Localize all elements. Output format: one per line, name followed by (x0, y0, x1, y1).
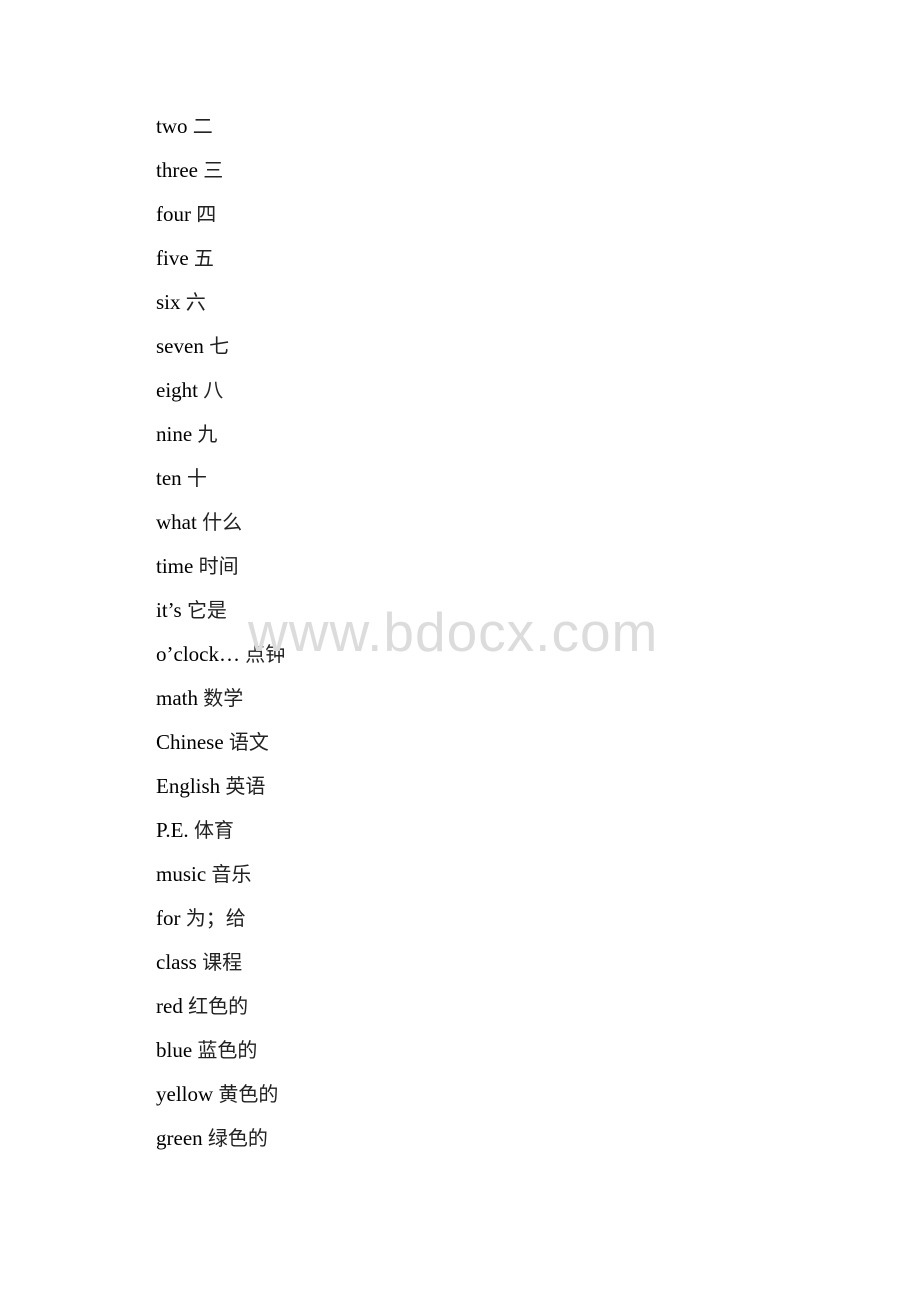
vocab-item: time 时间 (156, 550, 285, 594)
vocab-item: nine 九 (156, 418, 285, 462)
english-word: for (156, 906, 181, 930)
chinese-translation: 英语 (225, 774, 266, 798)
vocab-item: seven 七 (156, 330, 285, 374)
english-word: six (156, 290, 181, 314)
english-word: it’s (156, 598, 182, 622)
chinese-translation: 二 (192, 114, 213, 138)
chinese-translation: 点钟 (245, 642, 286, 666)
vocabulary-list: two 二 three 三 four 四 five 五 six 六 seven 七 eigh… (156, 110, 285, 1166)
english-word: English (156, 774, 221, 798)
chinese-translation: 语文 (228, 730, 269, 754)
vocab-item: English 英语 (156, 770, 285, 814)
english-word: two (156, 114, 188, 138)
chinese-translation: 黄色的 (218, 1082, 279, 1106)
vocab-item: what 什么 (156, 506, 285, 550)
english-word: math (156, 686, 198, 710)
vocab-item: red 红色的 (156, 990, 285, 1034)
vocab-item: class 课程 (156, 946, 285, 990)
english-word: o’clock… (156, 642, 240, 666)
english-word: four (156, 202, 191, 226)
chinese-translation: 它是 (186, 598, 227, 622)
english-word: ten (156, 466, 182, 490)
chinese-translation: 六 (185, 290, 206, 314)
english-word: red (156, 994, 183, 1018)
english-word: class (156, 950, 197, 974)
vocab-item: o’clock… 点钟 (156, 638, 285, 682)
english-word: seven (156, 334, 204, 358)
chinese-translation: 数学 (203, 686, 244, 710)
chinese-translation: 五 (193, 246, 214, 270)
english-word: P.E. (156, 818, 189, 842)
vocab-item: three 三 (156, 154, 285, 198)
vocab-item: four 四 (156, 198, 285, 242)
vocab-item: for 为；给 (156, 902, 285, 946)
english-word: what (156, 510, 197, 534)
english-word: nine (156, 422, 193, 446)
chinese-translation: 九 (197, 422, 218, 446)
vocab-item: two 二 (156, 110, 285, 154)
vocab-item: eight 八 (156, 374, 285, 418)
vocab-item: yellow 黄色的 (156, 1078, 285, 1122)
chinese-translation: 体育 (193, 818, 234, 842)
chinese-translation: 三 (203, 158, 224, 182)
chinese-translation: 绿色的 (207, 1126, 268, 1150)
english-word: yellow (156, 1082, 214, 1106)
english-word: time (156, 554, 194, 578)
chinese-translation: 红色的 (188, 994, 249, 1018)
chinese-translation: 什么 (202, 510, 243, 534)
vocab-item: P.E. 体育 (156, 814, 285, 858)
chinese-translation: 七 (209, 334, 230, 358)
english-word: music (156, 862, 207, 886)
chinese-translation: 为；给 (185, 906, 246, 930)
chinese-translation: 蓝色的 (197, 1038, 258, 1062)
english-word: green (156, 1126, 203, 1150)
vocab-item: six 六 (156, 286, 285, 330)
vocab-item: ten 十 (156, 462, 285, 506)
chinese-translation: 十 (186, 466, 207, 490)
vocab-item: green 绿色的 (156, 1122, 285, 1166)
vocab-item: Chinese 语文 (156, 726, 285, 770)
english-word: blue (156, 1038, 193, 1062)
vocab-item: blue 蓝色的 (156, 1034, 285, 1078)
chinese-translation: 课程 (202, 950, 243, 974)
chinese-translation: 八 (203, 378, 224, 402)
vocab-item: music 音乐 (156, 858, 285, 902)
chinese-translation: 音乐 (211, 862, 252, 886)
chinese-translation: 时间 (198, 554, 239, 578)
vocab-item: it’s 它是 (156, 594, 285, 638)
chinese-translation: 四 (196, 202, 217, 226)
english-word: eight (156, 378, 198, 402)
english-word: Chinese (156, 730, 224, 754)
vocab-item: math 数学 (156, 682, 285, 726)
vocab-item: five 五 (156, 242, 285, 286)
document-page: two 二 three 三 four 四 five 五 six 六 seven 七 eigh… (0, 0, 920, 1302)
watermark: www.bdocx.com (248, 601, 659, 663)
english-word: three (156, 158, 198, 182)
english-word: five (156, 246, 189, 270)
